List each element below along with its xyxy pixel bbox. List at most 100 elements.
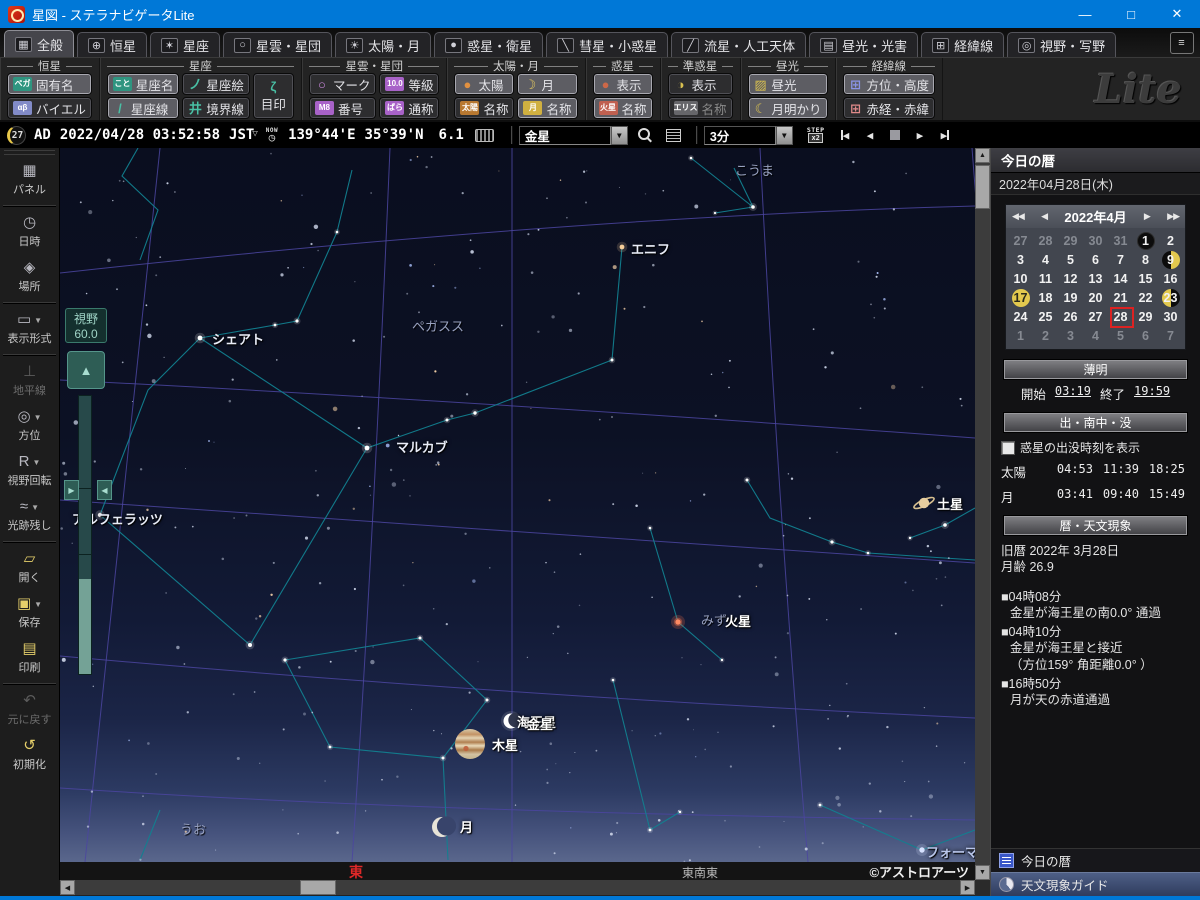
tab-sun-moon[interactable]: ☀ 太陽・月 (335, 32, 432, 57)
moon-name-button[interactable]: 月名称 (517, 97, 578, 119)
sidebar-item-fov-rotation[interactable]: R ▼ 視野回転 (0, 448, 59, 493)
calendar-day-14[interactable]: 14 (1108, 269, 1133, 288)
horizontal-scroll-thumb[interactable] (300, 880, 336, 895)
time-step-select[interactable]: 3分 ▼ (703, 125, 793, 145)
scroll-left-button[interactable]: ◀ (60, 880, 75, 895)
sidebar-item-print[interactable]: ▤ 印刷 (0, 635, 59, 680)
timezone-dropdown-icon[interactable]: ▽ (252, 129, 257, 139)
calendar-day-17[interactable]: 17 (1008, 288, 1033, 307)
now-clock-icon[interactable]: NOW ◷ (266, 127, 278, 143)
play-backward-button[interactable]: ◀ (857, 125, 882, 145)
step-dropdown-button[interactable]: ▼ (775, 125, 793, 145)
sidebar-item-light-trail[interactable]: ≈ ▼ 光跡残し (0, 493, 59, 538)
twilight-start-time[interactable]: 03:19 (1055, 384, 1091, 403)
calendar-day-29[interactable]: 29 (1133, 307, 1158, 326)
calendar-day-23[interactable]: 23 (1158, 288, 1183, 307)
calendar-day-31[interactable]: 31 (1108, 231, 1133, 250)
sun-button[interactable]: ● 太陽 (454, 73, 515, 95)
object-list-icon[interactable] (665, 128, 681, 142)
calendar-day-20[interactable]: 20 (1083, 288, 1108, 307)
calendar-day-12[interactable]: 12 (1058, 269, 1083, 288)
sidebar-item-direction[interactable]: ◎ ▼ 方位 (0, 403, 59, 448)
target-dropdown-button[interactable]: ▼ (610, 125, 628, 145)
calendar-day-5[interactable]: 5 (1108, 326, 1133, 345)
calendar-day-21[interactable]: 21 (1108, 288, 1133, 307)
scroll-right-button[interactable]: ▶ (960, 880, 975, 895)
ds-number-button[interactable]: M8 番号 (308, 97, 377, 119)
calendar-day-28[interactable]: 28 (1108, 307, 1134, 328)
calendar-day-1[interactable]: 1 (1133, 231, 1158, 250)
calendar-day-27[interactable]: 27 (1008, 231, 1033, 250)
calendar-prev-year-button[interactable]: ◀◀ (1012, 211, 1025, 222)
close-button[interactable]: ✕ (1154, 0, 1200, 28)
calendar-day-30[interactable]: 30 (1158, 307, 1183, 326)
calendar-day-28[interactable]: 28 (1033, 231, 1058, 250)
ds-mark-button[interactable]: ○ マーク (308, 73, 377, 95)
calendar-day-25[interactable]: 25 (1033, 307, 1058, 326)
scroll-down-button[interactable]: ▼ (975, 865, 990, 880)
calendar-day-6[interactable]: 6 (1133, 326, 1158, 345)
keyboard-icon[interactable] (474, 128, 494, 142)
calendar-day-29[interactable]: 29 (1058, 231, 1083, 250)
calendar-day-9[interactable]: 9 (1158, 250, 1183, 269)
proper-name-button[interactable]: ペガ 固有名 (7, 73, 92, 95)
calendar-day-16[interactable]: 16 (1158, 269, 1183, 288)
tab-stars[interactable]: ⊕ 恒星 (77, 32, 148, 57)
moon-button[interactable]: ☽ 月 (517, 73, 578, 95)
dwarf-show-button[interactable]: ◑ 表示 (667, 73, 733, 95)
panel-footer-phenomena-guide[interactable]: 天文現象ガイド (991, 872, 1200, 896)
tab-planets-satellites[interactable]: ● 惑星・衛星 (434, 32, 544, 57)
calendar-day-4[interactable]: 4 (1033, 250, 1058, 269)
sidebar-item-open[interactable]: ▱ 開く (0, 545, 59, 590)
fov-slider-track[interactable] (78, 395, 92, 675)
dwarf-name-button[interactable]: エリス 名称 (667, 97, 733, 119)
const-line-button[interactable]: / 星座線 (106, 97, 180, 119)
calendar-day-27[interactable]: 27 (1083, 307, 1108, 326)
scroll-up-button[interactable]: ▲ (975, 148, 990, 163)
sidebar-item-save[interactable]: ▣ ▼ 保存 (0, 590, 59, 635)
calendar-day-3[interactable]: 3 (1008, 250, 1033, 269)
tab-daylight-pollution[interactable]: ▤ 昼光・光害 (809, 32, 919, 57)
latitude-value[interactable]: 35°39'N (365, 127, 424, 143)
longitude-value[interactable]: 139°44'E (288, 127, 355, 143)
const-name-button[interactable]: こと 星座名 (106, 73, 180, 95)
sidebar-item-reset[interactable]: ↺ 初期化 (0, 732, 59, 777)
star-chart[interactable]: こうま エニフ ペガスス シェアト マルカブ アルフェラッツ 土星 みず 火星 海王星 金星 木星月う… (60, 148, 975, 862)
calendar-day-2[interactable]: 2 (1033, 326, 1058, 345)
fov-slider-handle-right[interactable]: ◀ (97, 480, 112, 500)
twilight-end-time[interactable]: 19:59 (1134, 384, 1170, 403)
play-forward-button[interactable]: ▶ (907, 125, 932, 145)
moon-age-icon[interactable]: 27 (7, 125, 26, 145)
timezone-label[interactable]: JST (229, 127, 254, 143)
tab-constellations[interactable]: ✶ 星座 (150, 32, 221, 57)
calendar-day-18[interactable]: 18 (1033, 288, 1058, 307)
moonlight-btn-button[interactable]: ☾ 月明かり (747, 97, 828, 119)
search-icon[interactable] (637, 128, 650, 140)
ra-dec-button[interactable]: ⊞ 赤経・赤緯 (842, 97, 936, 119)
calendar-day-22[interactable]: 22 (1133, 288, 1158, 307)
calendar-day-13[interactable]: 13 (1083, 269, 1108, 288)
calendar-day-7[interactable]: 7 (1158, 326, 1183, 345)
landmark-button[interactable]: ζ 目印 (252, 73, 294, 119)
tab-grid-lines[interactable]: ⊞ 経緯線 (921, 32, 1005, 57)
calendar-next-year-button[interactable]: ▶▶ (1167, 211, 1180, 222)
stop-button[interactable] (882, 125, 907, 145)
tab-meteors-artificial[interactable]: ╱ 流星・人工天体 (671, 32, 807, 57)
horizontal-scrollbar[interactable]: ◀ ▶ (60, 880, 975, 895)
calendar-day-30[interactable]: 30 (1083, 231, 1108, 250)
tab-general[interactable]: ▦ 全般 (4, 30, 75, 57)
show-planet-riseset-checkbox[interactable] (1001, 440, 1015, 455)
skip-back-button[interactable]: ◀ (832, 125, 857, 145)
fov-slider-handle-left[interactable]: ▶ (64, 480, 79, 500)
calendar-day-8[interactable]: 8 (1133, 250, 1158, 269)
sun-name-button[interactable]: 太陽 名称 (454, 97, 515, 119)
vertical-scroll-thumb[interactable] (975, 165, 990, 209)
calendar-day-11[interactable]: 11 (1033, 269, 1058, 288)
calendar-day-15[interactable]: 15 (1133, 269, 1158, 288)
calendar-day-2[interactable]: 2 (1158, 231, 1183, 250)
calendar-day-24[interactable]: 24 (1008, 307, 1033, 326)
datetime-value[interactable]: 2022/04/28 03:52:58 (60, 127, 220, 143)
ds-magnitude-button[interactable]: 10.0 等級 (379, 73, 440, 95)
menu-button[interactable]: ≡ (1170, 32, 1194, 54)
target-object-select[interactable]: 金星 ▼ (518, 125, 628, 145)
